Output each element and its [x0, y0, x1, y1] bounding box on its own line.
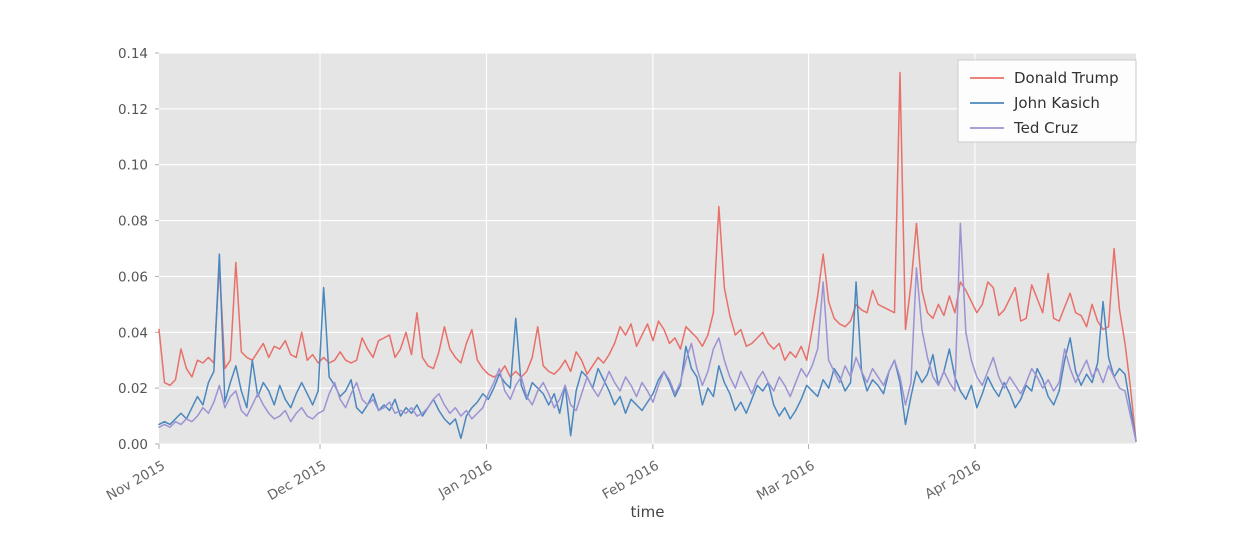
- legend-label-ted-cruz: Ted Cruz: [1013, 119, 1078, 137]
- chart-legend: Donald Trump John Kasich Ted Cruz: [957, 59, 1137, 143]
- y-tick-label: 0.14: [118, 46, 148, 62]
- y-tick-label: 0.08: [118, 214, 148, 230]
- y-tick-label: 0.04: [118, 325, 148, 341]
- y-tick-label: 0.12: [118, 102, 148, 118]
- legend-label-donald-trump: Donald Trump: [1014, 69, 1119, 87]
- y-tick-label: 0.10: [118, 158, 148, 174]
- y-tick-label: 0.02: [118, 381, 148, 397]
- chart-figure: 0.00 0.02 0.04 0.06 0.08 0.10 0.12 0.14 Nov 201…: [0, 0, 1260, 556]
- x-axis-title: time: [631, 503, 665, 521]
- legend-label-john-kasich: John Kasich: [1013, 94, 1100, 112]
- y-tick-label: 0.06: [118, 269, 148, 285]
- y-tick-label: 0.00: [118, 437, 148, 453]
- line-chart: 0.000.020.040.060.080.100.120.14 Nov 201…: [0, 0, 1260, 556]
